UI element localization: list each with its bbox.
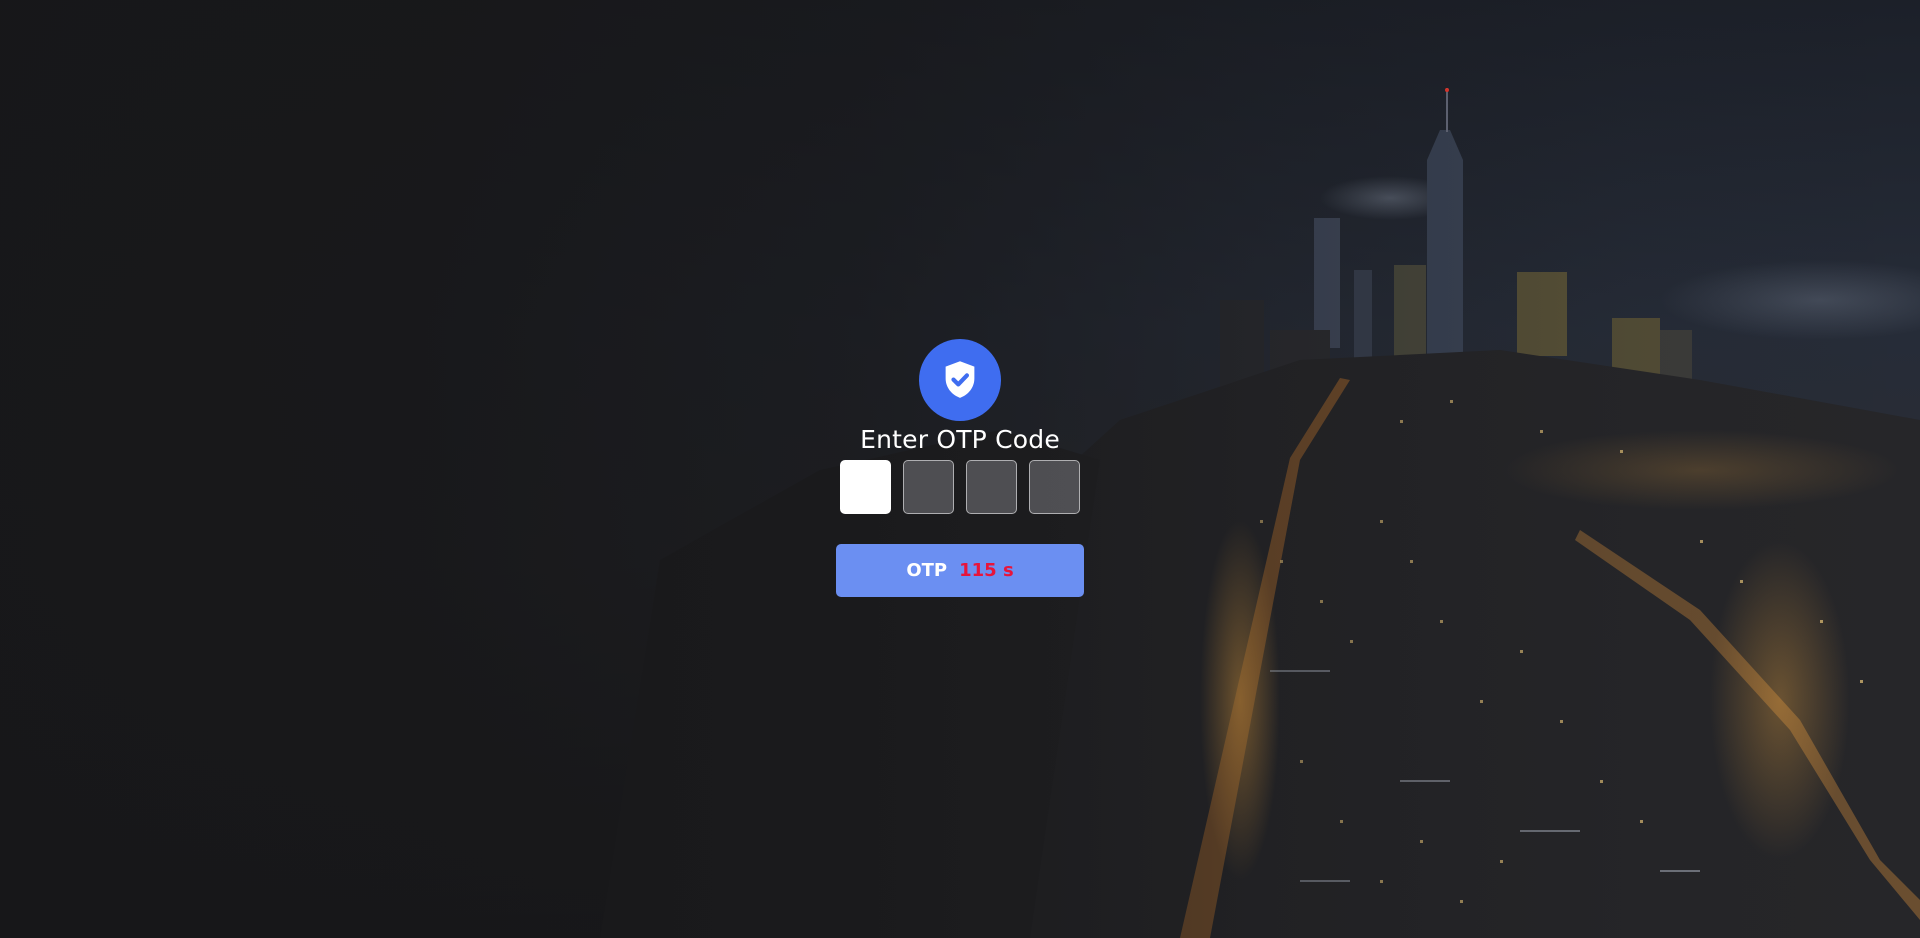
otp-submit-button[interactable]: OTP 115 s xyxy=(836,544,1084,597)
otp-button-label: OTP xyxy=(906,560,948,581)
otp-digit-1[interactable] xyxy=(840,460,891,514)
otp-panel: Enter OTP Code OTP 115 s xyxy=(836,339,1084,597)
otp-input-group xyxy=(840,460,1080,514)
otp-digit-2[interactable] xyxy=(903,460,954,514)
otp-digit-4[interactable] xyxy=(1029,460,1080,514)
otp-digit-3[interactable] xyxy=(966,460,1017,514)
otp-countdown-timer: 115 s xyxy=(959,560,1014,581)
page-title: Enter OTP Code xyxy=(860,425,1060,454)
shield-check-icon xyxy=(919,339,1001,421)
